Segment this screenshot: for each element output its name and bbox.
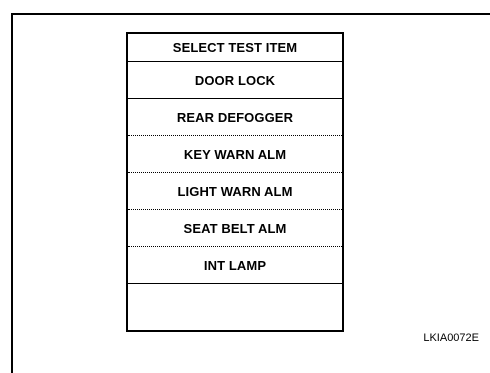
menu-item-door-lock[interactable]: DOOR LOCK <box>128 62 342 99</box>
menu-item-int-lamp[interactable]: INT LAMP <box>128 247 342 284</box>
menu-item-rear-defogger[interactable]: REAR DEFOGGER <box>128 99 342 136</box>
menu-item-seat-belt-alm[interactable]: SEAT BELT ALM <box>128 210 342 247</box>
menu-item-light-warn-alm[interactable]: LIGHT WARN ALM <box>128 173 342 210</box>
menu-item-empty <box>128 284 342 321</box>
figure-code: LKIA0072E <box>423 332 479 344</box>
menu-title: SELECT TEST ITEM <box>128 34 342 62</box>
menu-item-key-warn-alm[interactable]: KEY WARN ALM <box>128 136 342 173</box>
select-test-item-menu: SELECT TEST ITEM DOOR LOCK REAR DEFOGGER… <box>126 32 344 332</box>
